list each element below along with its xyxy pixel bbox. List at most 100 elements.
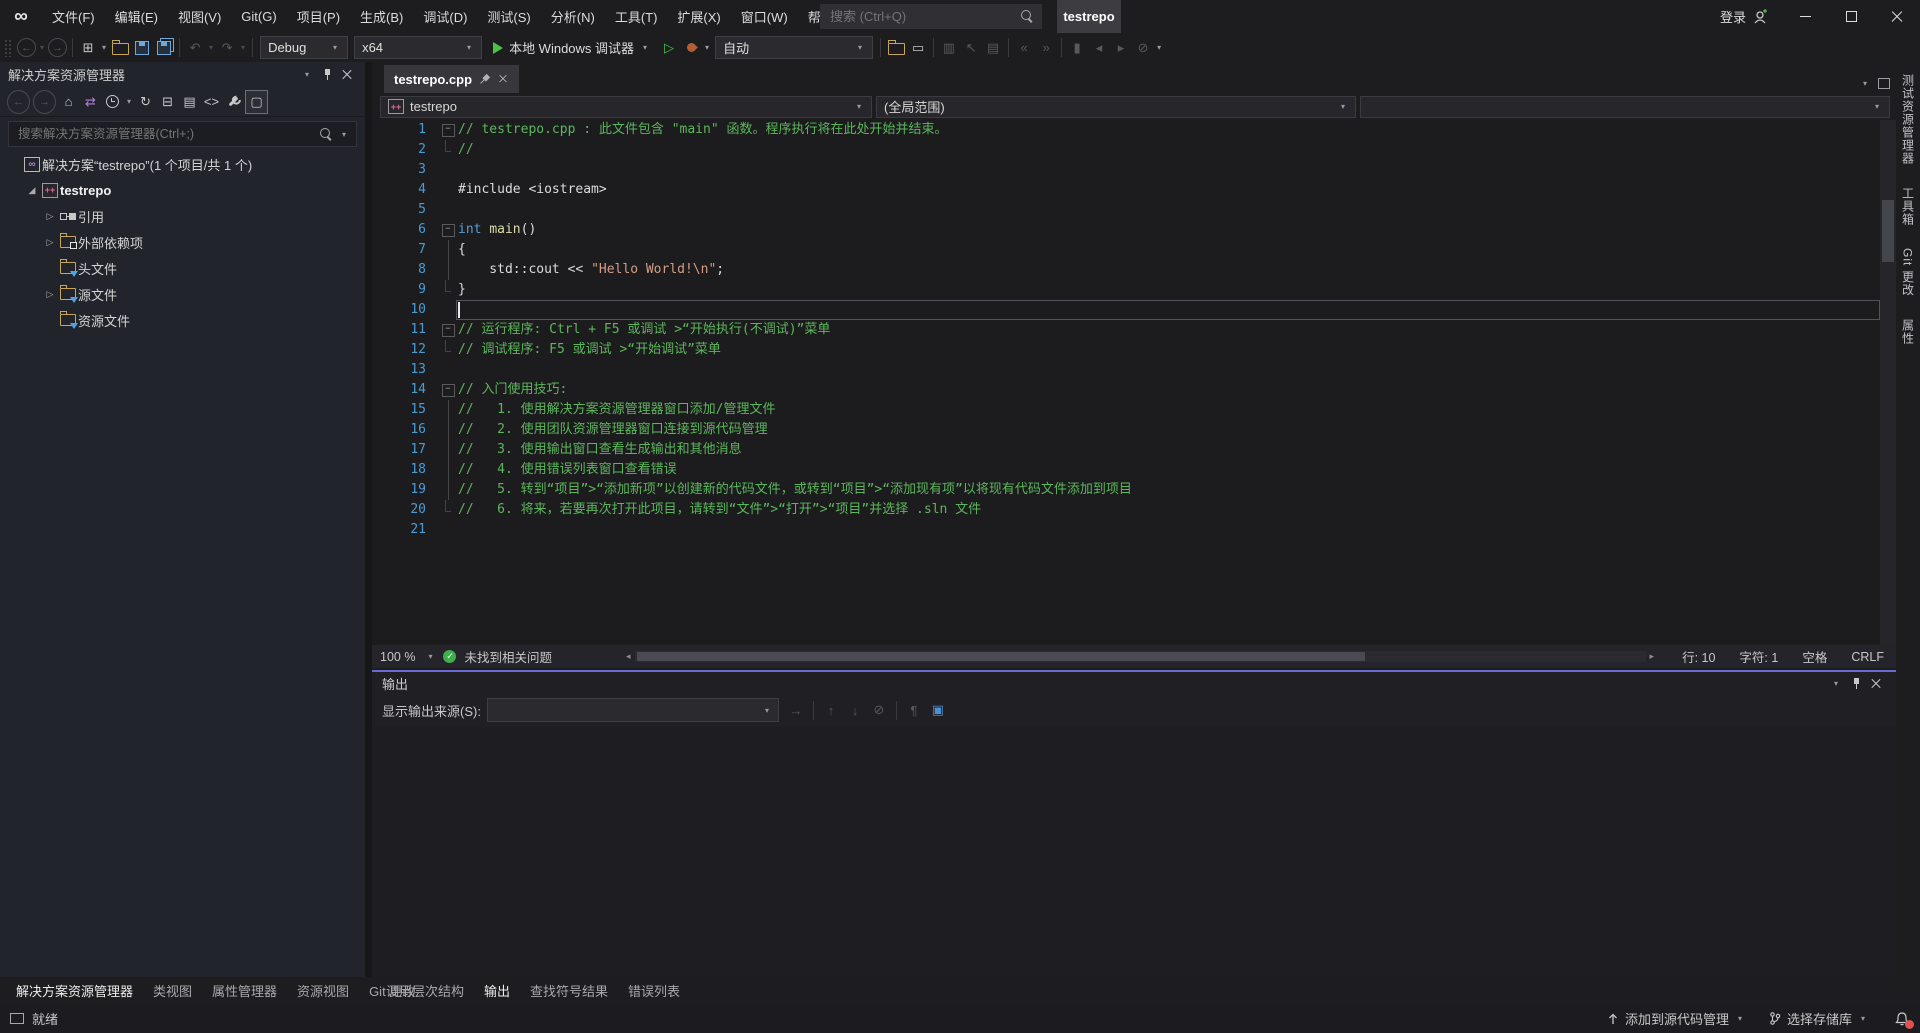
tree-item-源文件[interactable]: ▷源文件 [0, 281, 365, 307]
search-options-chevron-icon[interactable]: ▾ [339, 130, 349, 139]
fold-collapse-icon[interactable]: − [440, 220, 456, 240]
home-icon[interactable]: ⌂ [58, 91, 79, 113]
tree-item-头文件[interactable]: 头文件 [0, 255, 365, 281]
bottom-dock-tab-3[interactable]: 查找符号结果 [520, 977, 618, 1004]
menu-item-1[interactable]: 文件(F) [42, 0, 105, 33]
collapse-all-icon[interactable]: ⊟ [157, 91, 178, 113]
menu-item-6[interactable]: 生成(B) [350, 0, 413, 33]
new-project-icon[interactable]: ⊞ [77, 36, 99, 60]
right-dock-tab-1[interactable]: 测试资源管理器 [1900, 74, 1917, 165]
auto-hide-pin-button[interactable] [317, 65, 337, 85]
fold-collapse-icon[interactable]: − [440, 380, 456, 400]
left-dock-tab-4[interactable]: 资源视图 [287, 977, 359, 1004]
scroll-right-icon[interactable]: ▸ [1645, 651, 1658, 662]
refresh-icon[interactable]: ↻ [135, 91, 156, 113]
right-dock-tab-3[interactable]: Git 更改 [1900, 248, 1917, 297]
menu-item-10[interactable]: 工具(T) [605, 0, 668, 33]
tree-item-外部依赖项[interactable]: ▷外部依赖项 [0, 229, 365, 255]
menu-item-9[interactable]: 分析(N) [541, 0, 605, 33]
minimize-button[interactable] [1782, 0, 1828, 33]
spaces-indicator[interactable]: 空格 [1790, 647, 1839, 666]
active-files-chevron-icon[interactable]: ▾ [1860, 79, 1870, 88]
dropdown-chevron-icon[interactable]: ▾ [99, 43, 109, 52]
close-tab-icon[interactable] [498, 74, 508, 84]
tree-item-testrepo[interactable]: ◢++testrepo [0, 177, 365, 203]
pending-changes-filter-icon[interactable] [102, 91, 123, 113]
editor-vertical-scrollbar[interactable] [1880, 120, 1896, 645]
switch-views-icon[interactable]: ⇄ [80, 91, 101, 113]
configuration-combo[interactable]: Debug▾ [260, 36, 348, 59]
notifications-button[interactable] [1894, 1011, 1910, 1027]
close-panel-button[interactable] [1866, 674, 1886, 694]
platform-combo[interactable]: x64▾ [354, 36, 482, 59]
tree-expander-icon[interactable]: ▷ [42, 289, 58, 300]
tree-item-资源文件[interactable]: 资源文件 [0, 307, 365, 333]
debug-target-combo[interactable]: 自动▾ [715, 36, 873, 59]
panel-splitter[interactable] [365, 62, 372, 1004]
window-position-button[interactable]: ▾ [297, 65, 317, 85]
solution-folder-icon[interactable] [885, 36, 907, 60]
pin-icon[interactable] [477, 71, 493, 87]
properties-icon[interactable] [223, 91, 244, 113]
output-source-dropdown[interactable]: ▾ [487, 698, 779, 722]
add-to-source-control-button[interactable]: 添加到源代码管理 ▾ [1599, 1004, 1753, 1033]
tree-item-引用[interactable]: ▷引用 [0, 203, 365, 229]
tree-expander-icon[interactable]: ▷ [42, 211, 58, 222]
left-dock-tab-3[interactable]: 属性管理器 [202, 977, 287, 1004]
editor-window-icon[interactable]: ▭ [907, 36, 929, 60]
autoscroll-icon[interactable]: ▣ [927, 698, 949, 722]
split-window-icon[interactable] [1878, 78, 1890, 89]
code-editor[interactable]: 1−// testrepo.cpp : 此文件包含 "main" 函数。程序执行… [372, 120, 1880, 645]
right-dock-tab-4[interactable]: 属性 [1900, 319, 1917, 345]
dropdown-chevron-icon[interactable]: ▾ [238, 43, 248, 52]
eol-indicator[interactable]: CRLF [1839, 650, 1896, 664]
select-repository-button[interactable]: 选择存储库 ▾ [1761, 1004, 1876, 1033]
global-search-box[interactable] [820, 4, 1042, 29]
scroll-left-icon[interactable]: ◂ [622, 651, 635, 662]
menu-item-4[interactable]: Git(G) [231, 0, 286, 33]
member-dropdown[interactable]: ▾ [1360, 96, 1890, 118]
dropdown-chevron-icon[interactable]: ▾ [1154, 43, 1164, 52]
bottom-dock-tab-1[interactable]: 调用层次结构 [376, 977, 474, 1004]
left-dock-tab-1[interactable]: 解决方案资源管理器 [6, 977, 143, 1004]
bottom-dock-tab-4[interactable]: 错误列表 [618, 977, 690, 1004]
tree-item-解决方案-testrepo-1-个项目-共-1-个-[interactable]: ∞解决方案“testrepo”(1 个项目/共 1 个) [0, 151, 365, 177]
right-dock-tab-2[interactable]: 工具箱 [1900, 187, 1917, 226]
view-code-icon[interactable]: <> [201, 91, 222, 113]
document-tab[interactable]: testrepo.cpp [384, 65, 519, 93]
show-all-files-icon[interactable]: ▤ [179, 91, 200, 113]
menu-item-12[interactable]: 窗口(W) [731, 0, 798, 33]
background-tasks-icon[interactable] [10, 1013, 24, 1024]
start-debugging-button[interactable]: 本地 Windows 调试器▾ [485, 36, 658, 60]
save-all-icon[interactable] [153, 36, 175, 60]
menu-item-2[interactable]: 编辑(E) [105, 0, 168, 33]
fold-collapse-icon[interactable]: − [440, 120, 456, 140]
bottom-dock-tab-2[interactable]: 输出 [474, 977, 520, 1004]
auto-hide-pin-button[interactable] [1846, 674, 1866, 694]
dropdown-chevron-icon[interactable]: ▾ [206, 43, 216, 52]
menu-item-11[interactable]: 扩展(X) [667, 0, 730, 33]
close-button[interactable] [1874, 0, 1920, 33]
output-content[interactable] [372, 727, 1896, 977]
dropdown-chevron-icon[interactable]: ▾ [37, 43, 47, 52]
menu-item-7[interactable]: 调试(D) [413, 0, 477, 33]
scope-dropdown[interactable]: (全局范围) ▾ [876, 96, 1356, 118]
fold-collapse-icon[interactable]: − [440, 320, 456, 340]
editor-horizontal-scrollbar[interactable] [635, 651, 1646, 662]
tree-expander-icon[interactable]: ◢ [24, 185, 40, 196]
menu-item-5[interactable]: 项目(P) [287, 0, 350, 33]
toolbar-grip[interactable] [4, 39, 12, 57]
hot-reload-icon[interactable] [680, 36, 702, 60]
tree-expander-icon[interactable]: ▷ [42, 237, 58, 248]
close-panel-button[interactable] [337, 65, 357, 85]
filter-chevron-icon[interactable]: ▾ [124, 97, 134, 106]
menu-item-8[interactable]: 测试(S) [477, 0, 540, 33]
left-dock-tab-2[interactable]: 类视图 [143, 977, 202, 1004]
save-icon[interactable] [131, 36, 153, 60]
sign-in-button[interactable]: 登录 [1706, 7, 1782, 26]
zoom-dropdown[interactable]: 100 % ▾ [372, 645, 443, 668]
restore-button[interactable] [1828, 0, 1874, 33]
scrollbar-thumb[interactable] [637, 652, 1365, 661]
preview-selected-icon[interactable]: ▢ [245, 90, 268, 114]
global-search-input[interactable] [828, 8, 1021, 25]
